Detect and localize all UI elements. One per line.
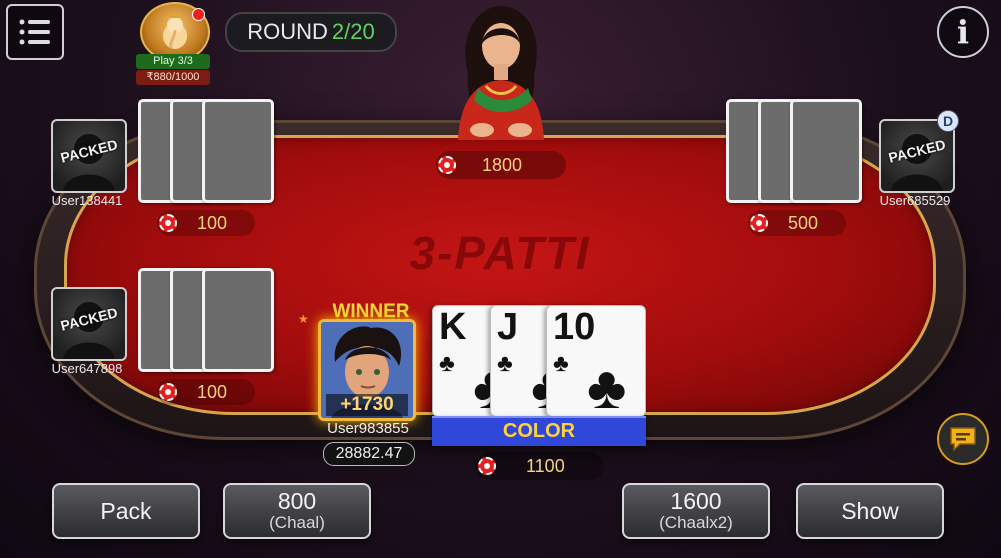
player-bet: 100 [157,379,255,405]
club-suit-icon: ♣ [439,350,455,377]
pack-button-label: Pack [100,498,152,524]
player-bet: 100 [157,210,255,236]
game-stage: 3-PATTI Play 3/3 ₹880/1000 ROUND 2/20 i [0,0,1001,558]
club-suit-icon: ♣ [497,350,513,377]
chat-bubble-icon [950,427,976,452]
bonus-amount-label: ₹880/1000 [136,70,210,85]
table-pot-amount: 1100 [526,455,565,476]
club-suit-icon: ♣ [553,350,569,377]
hand-result-label: COLOR [432,416,646,446]
notification-dot [192,8,205,21]
player-avatar-packed[interactable]: PACKED [51,119,127,193]
table-watermark: 3-PATTI [409,227,591,279]
round-value: 2/20 [331,19,375,44]
show-button[interactable]: Show [796,483,944,539]
dealer-pot: 1800 [436,151,566,179]
playing-card-ten-clubs: 10 ♣ ♣ [546,305,646,421]
card-rank: K [439,306,467,348]
round-label: ROUND [247,19,328,44]
dealer-illustration [458,6,544,140]
chaal-double-button[interactable]: 1600 (Chaalx2) [622,483,770,539]
chaal-double-amount: 1600 [670,488,722,514]
round-indicator: ROUND 2/20 [225,12,397,52]
show-button-label: Show [841,498,899,524]
dealer-pot-amount: 1800 [482,154,523,175]
chaal-label: (Chaal) [269,513,325,532]
player-avatar-packed[interactable]: PACKED [51,287,127,361]
menu-button[interactable] [6,4,64,60]
player-bet-amount: 500 [788,212,819,233]
card-back [790,99,862,203]
chip-icon [159,383,177,401]
pack-button[interactable]: Pack [52,483,200,539]
winner-amount: +1730 [326,394,408,416]
winner-balance: 28882.47 [323,442,415,466]
info-icon: i [956,13,970,51]
winner-name: User983855 [327,420,409,437]
player-name: User647898 [51,361,123,376]
dealer-marker: D [937,110,959,132]
chaal-double-label: (Chaalx2) [659,513,733,532]
chaal-button[interactable]: 800 (Chaal) [223,483,371,539]
chip-icon [750,214,768,232]
card-rank: 10 [553,306,596,348]
chip-icon [438,156,456,174]
player-bet-amount: 100 [197,381,228,402]
play-count-label: Play 3/3 [136,54,210,69]
player-name: User685529 [879,193,951,208]
card-rank: J [497,306,519,348]
chip-icon [478,457,496,475]
club-suit-icon: ♣ [587,354,627,421]
hamburger-menu-icon [19,19,50,45]
player-bet-amount: 100 [197,212,228,233]
star-icon: ★ [298,312,309,326]
chaal-amount: 800 [277,488,317,514]
card-back [202,268,274,372]
player-bet: 500 [748,210,846,236]
chip-icon [159,214,177,232]
card-back [202,99,274,203]
player-name: User138441 [51,193,123,208]
bonus-badge[interactable]: Play 3/3 ₹880/1000 [136,2,212,86]
table-pot: 1100 [476,452,604,480]
chat-button[interactable] [937,413,989,465]
info-button[interactable]: i [937,6,989,58]
